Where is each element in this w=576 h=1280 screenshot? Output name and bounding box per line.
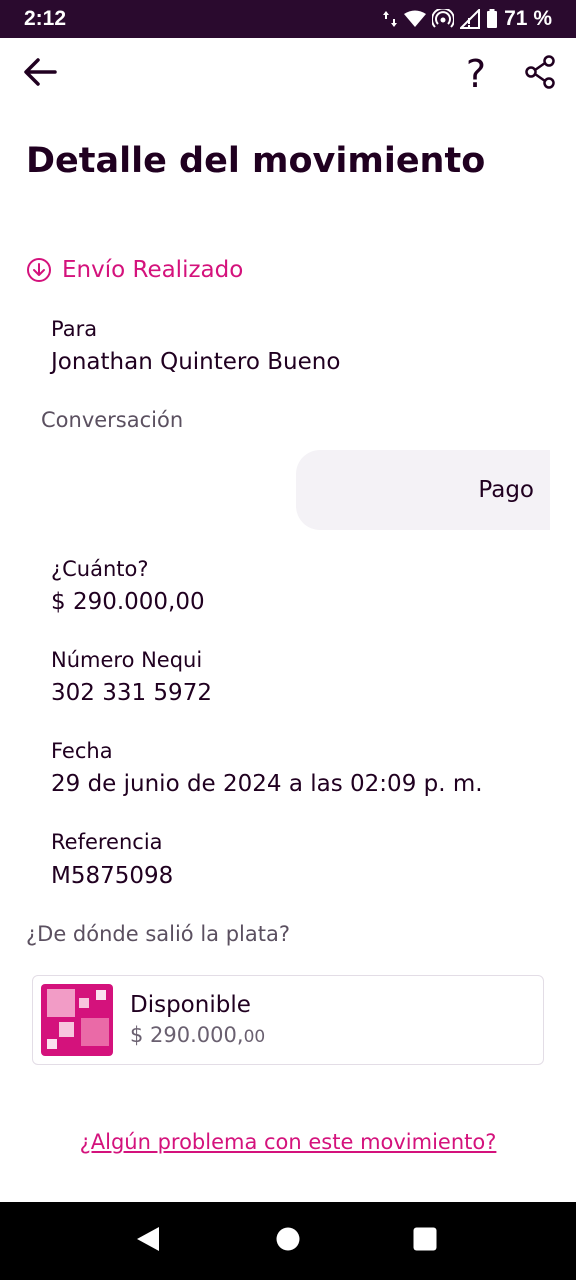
recipient-value: Jonathan Quintero Bueno [51,349,341,375]
hotspot-icon [432,9,455,29]
help-button[interactable]: ? [456,52,496,96]
nequi-squares-logo [41,984,113,1056]
battery-percent: 71 % [504,7,552,30]
nequi-number-value: 302 331 5972 [51,680,212,706]
signal-icon [460,9,481,29]
date-value: 29 de junio de 2024 a las 02:09 p. m. [51,771,483,797]
status-icons: 71 % [382,7,552,31]
recipient-label: Para [51,317,98,341]
triangle-back-icon [135,1225,161,1257]
date-label: Fecha [51,739,113,763]
source-label: ¿De dónde salió la plata? [26,922,290,946]
system-nav-bar [0,1202,576,1280]
conversation-label: Conversación [41,408,184,432]
data-arrows-icon [382,9,398,29]
app-bar: ? [0,38,576,110]
share-button[interactable] [518,54,562,94]
arrow-down-circle-icon [26,257,52,283]
nequi-number-label: Número Nequi [51,648,203,672]
account-amount-main: $ 290.000, [130,1023,244,1047]
source-account-card: Disponible $ 290.000,00 [32,975,544,1065]
amount-value: $ 290.000,00 [51,589,205,615]
status-text: Envío Realizado [62,257,244,283]
nav-home-button[interactable] [271,1224,305,1258]
nav-recents-button[interactable] [408,1224,442,1258]
account-amount: $ 290.000,00 [130,1023,265,1047]
page-title: Detalle del movimiento [26,141,486,181]
status-bar: 2:12 71 % [0,0,576,38]
message-text: Pago [478,477,534,503]
back-button[interactable] [18,54,62,94]
account-amount-cents: 00 [243,1027,266,1047]
share-icon [524,55,556,93]
square-recents-icon [412,1226,438,1256]
reference-label: Referencia [51,830,163,854]
battery-icon [486,9,498,29]
report-problem-link[interactable]: ¿Algún problema con este movimiento? [0,1130,576,1154]
nav-back-button[interactable] [131,1224,165,1258]
amount-label: ¿Cuánto? [51,557,149,581]
circle-home-icon [275,1226,301,1256]
status-time: 2:12 [24,7,67,30]
account-name: Disponible [130,992,251,1018]
wifi-icon [404,10,427,28]
arrow-left-icon [23,57,57,91]
message-bubble: Pago [296,450,550,530]
reference-value: M5875098 [51,863,174,889]
transaction-status: Envío Realizado [26,257,243,283]
